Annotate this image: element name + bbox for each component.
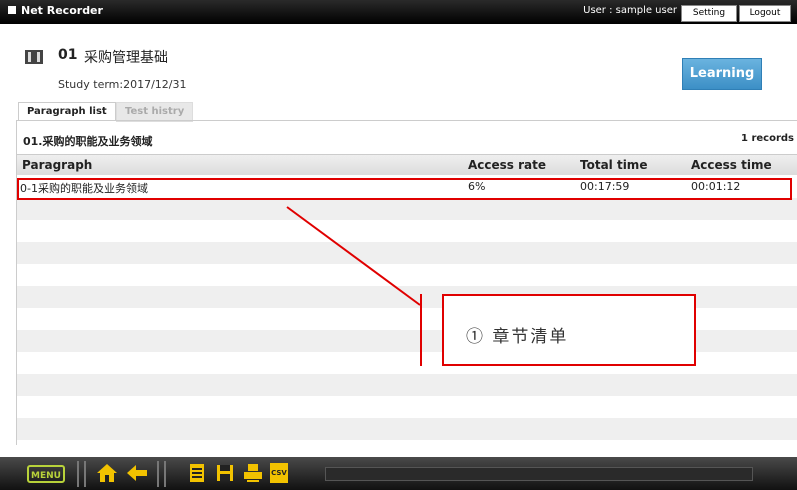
back-arrow-icon[interactable] xyxy=(126,462,148,484)
home-icon[interactable] xyxy=(96,462,118,484)
print-icon[interactable] xyxy=(242,462,264,484)
bottom-toolbar: MENU CSV xyxy=(0,457,797,490)
toolbar-separator xyxy=(164,461,166,487)
callout-divider-line xyxy=(420,294,422,366)
status-area xyxy=(325,467,753,481)
annotation-callout: ① 章节清单 xyxy=(442,294,696,366)
toolbar-separator xyxy=(84,461,86,487)
csv-export-icon[interactable]: CSV xyxy=(270,463,288,483)
menu-button[interactable]: MENU xyxy=(27,465,65,483)
document-list-icon[interactable] xyxy=(186,462,208,484)
save-icon[interactable] xyxy=(214,462,236,484)
annotation-text: ① 章节清单 xyxy=(466,327,569,347)
toolbar-separator xyxy=(157,461,159,487)
leader-line xyxy=(286,206,421,306)
toolbar-separator xyxy=(77,461,79,487)
